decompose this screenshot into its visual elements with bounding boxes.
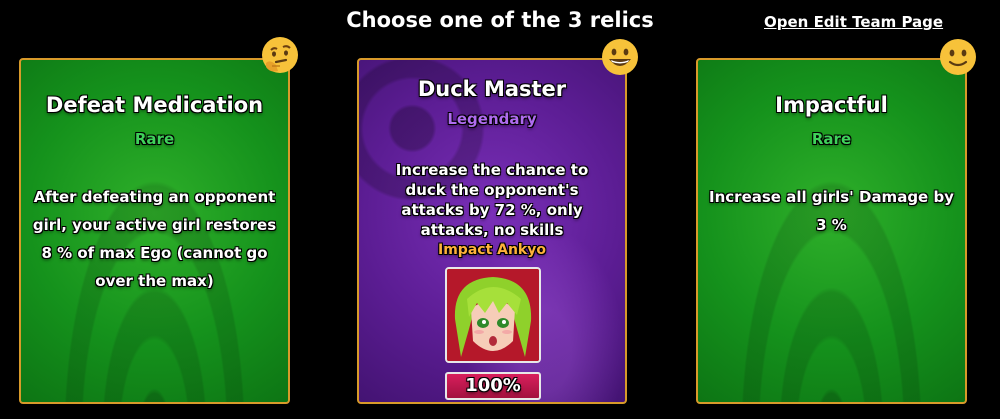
slightly-smiling-face-icon [938,37,978,77]
girl-portrait [445,267,541,363]
relic-rarity: Rare [134,130,175,148]
thinking-face-icon [260,35,300,75]
relic-card-duck-master[interactable]: Duck Master Legendary Increase the chanc… [357,58,627,404]
girl-name: Impact Ankyo [438,242,546,258]
relic-card-defeat-medication[interactable]: Defeat Medication Rare After defeating a… [19,58,290,404]
relic-description: Increase all girls' Damage by 3 % [709,188,954,234]
relic-rarity: Rare [811,130,852,148]
open-edit-team-page-link[interactable]: Open Edit Team Page [764,13,943,31]
relic-name: Impactful [775,93,888,117]
relic-name: Defeat Medication [45,93,264,117]
relic-rarity: Legendary [447,110,537,128]
relic-description: Increase the chance to duck the opponent… [395,161,589,239]
relic-card-impactful[interactable]: Impactful Rare Increase all girls' Damag… [696,58,967,404]
grinning-face-icon [600,37,640,77]
relic-name: Duck Master [417,77,567,101]
relic-description: After defeating an opponent girl, your a… [32,188,277,290]
girl-percent-bar: 100% [445,372,541,400]
